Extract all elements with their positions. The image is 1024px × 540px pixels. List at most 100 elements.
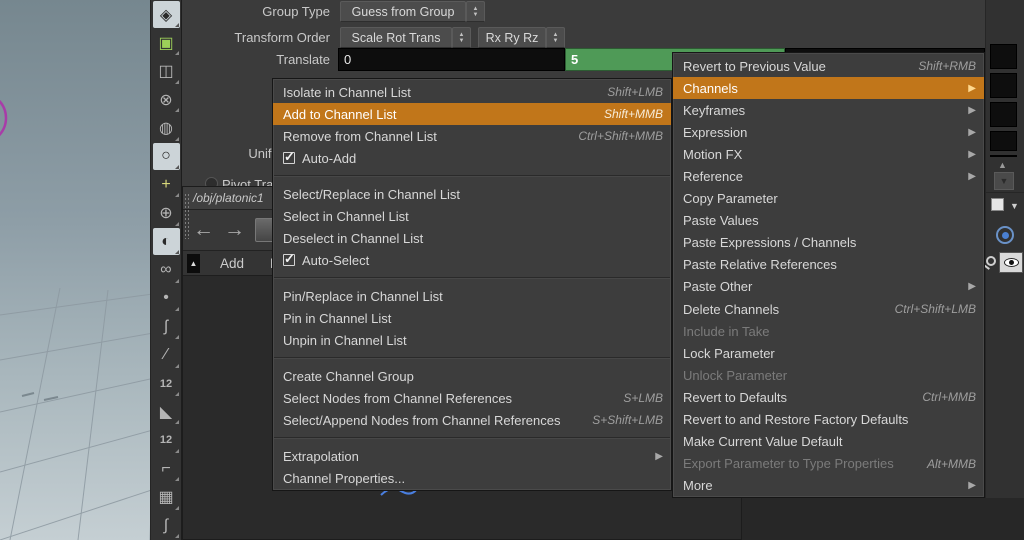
pin-light-icon[interactable]: ⊕	[153, 200, 180, 227]
snap-options-icon[interactable]: ▣	[153, 29, 180, 56]
menu-item[interactable]: Paste Relative References ▶	[673, 254, 984, 276]
point-numbers-icon[interactable]: 12	[153, 370, 180, 397]
checkbox-icon	[283, 149, 295, 165]
swatch-dropdown-icon[interactable]: ▼	[1010, 201, 1019, 211]
prim-normals-icon[interactable]: ◣	[153, 398, 180, 425]
menu-item[interactable]: Make Current Value Default ▶	[673, 431, 984, 453]
submenu-arrow-icon: ▶	[655, 450, 663, 462]
menu-item[interactable]: Select/Append Nodes from Channel Referen…	[273, 409, 671, 431]
menu-item[interactable]: Include in Take ▶	[673, 320, 984, 342]
menu-item[interactable]: Paste Other ▶	[673, 276, 984, 298]
slider-track-fragment	[990, 155, 1017, 157]
lock-icon[interactable]: ◫	[153, 58, 180, 85]
menu-item[interactable]: Export Parameter to Type Properties Alt+…	[673, 453, 984, 475]
shaded-glasses-icon[interactable]: ∞	[153, 257, 180, 284]
menu-item[interactable]: Remove from Channel List Ctrl+Shift+MMB …	[273, 125, 671, 147]
channel-context-menu: Isolate in Channel List Shift+LMB ▶ Add …	[272, 78, 672, 491]
rotate-order-dropdown[interactable]: Rx Ry Rz	[478, 27, 546, 48]
headlight-icon[interactable]: ○	[152, 142, 180, 170]
menu-item[interactable]: Expression ▶	[673, 121, 984, 143]
menu-separator	[273, 351, 671, 365]
panel-tab[interactable]: Add	[214, 256, 250, 271]
menu-item[interactable]: Motion FX ▶	[673, 143, 984, 165]
menu-item[interactable]: Delete Channels Ctrl+Shift+LMB ▶	[673, 298, 984, 320]
tab-scroll-up-icon[interactable]: ▲	[187, 253, 200, 273]
menu-item[interactable]: Pin/Replace in Channel List ▶	[273, 285, 671, 307]
right-edge-column: ▲ ▼ ▼	[985, 0, 1024, 540]
display-checker-icon[interactable]: ◐	[152, 228, 180, 256]
hook-marker-icon[interactable]: ʃ	[153, 313, 180, 340]
submenu-arrow-icon: ▶	[968, 82, 976, 94]
color-swatch[interactable]	[991, 198, 1004, 211]
menu-item[interactable]: Channels ▶	[673, 77, 984, 100]
submenu-arrow-icon: ▶	[968, 480, 976, 492]
back-arrow-icon[interactable]: ←	[193, 219, 214, 240]
menu-item[interactable]: Unpin in Channel List ▶	[273, 329, 671, 351]
menu-separator	[273, 271, 671, 285]
menu-item[interactable]: Select Nodes from Channel References S+L…	[273, 387, 671, 409]
search-icon[interactable]	[986, 256, 996, 266]
menu-item[interactable]: Deselect in Channel List ▶	[273, 227, 671, 249]
rotate-order-spinner[interactable]: ▲ ▼	[546, 27, 565, 48]
menu-item[interactable]: Extrapolation ▶	[273, 445, 671, 467]
lights-off-icon[interactable]: ⊗	[153, 86, 180, 113]
prim-numbers-icon[interactable]: 12	[153, 427, 180, 454]
visibility-eye-icon[interactable]	[999, 252, 1023, 273]
point-marker-icon[interactable]: •	[153, 285, 180, 312]
submenu-arrow-icon: ▶	[968, 148, 976, 160]
param-field-fragment[interactable]	[990, 73, 1017, 98]
viewport-layout-icon[interactable]: ◈	[152, 1, 180, 28]
menu-item[interactable]: Select/Replace in Channel List ▶	[273, 183, 671, 205]
submenu-arrow-icon: ▶	[968, 281, 976, 293]
handle-region-icon[interactable]: ▦	[153, 484, 180, 511]
transform-order-spinner[interactable]: ▲ ▼	[452, 27, 471, 48]
menu-item[interactable]: Select in Channel List ▶	[273, 205, 671, 227]
group-type-label: Group Type	[262, 4, 330, 19]
param-field-fragment[interactable]	[990, 44, 1017, 69]
menu-item[interactable]: Pin in Channel List ▶	[273, 307, 671, 329]
menu-item[interactable]: Paste Values ▶	[673, 210, 984, 232]
scroll-down-icon[interactable]: ▼	[994, 172, 1014, 190]
divider	[986, 192, 1024, 193]
submenu-arrow-icon: ▶	[968, 126, 976, 138]
group-type-spinner[interactable]: ▲ ▼	[466, 1, 485, 22]
submenu-arrow-icon: ▶	[968, 171, 976, 183]
menu-item[interactable]: Revert to Defaults Ctrl+MMB ▶	[673, 386, 984, 408]
menu-item[interactable]: Auto-Select ▶	[273, 249, 671, 271]
group-type-dropdown[interactable]: Guess from Group	[340, 1, 466, 22]
menu-item[interactable]: Paste Expressions / Channels ▶	[673, 232, 984, 254]
menu-item[interactable]: Auto-Add ▶	[273, 147, 671, 169]
panel-drag-grip[interactable]	[184, 193, 190, 239]
pen-marker-icon[interactable]: ∕	[153, 342, 180, 369]
menu-item[interactable]: Channel Properties... ▶	[273, 467, 671, 489]
node-path: /obj/platonic1	[193, 191, 264, 205]
parameter-context-submenu: Revert to Previous Value Shift+RMB ▶ Cha…	[672, 52, 985, 498]
menu-item[interactable]: Revert to and Restore Factory Defaults ▶	[673, 409, 984, 431]
menu-item[interactable]: Copy Parameter ▶	[673, 188, 984, 210]
menu-item[interactable]: Create Channel Group ▶	[273, 365, 671, 387]
submenu-arrow-icon: ▶	[968, 104, 976, 116]
param-field-fragment[interactable]	[990, 131, 1017, 151]
menu-separator	[273, 169, 671, 183]
menu-item[interactable]: Revert to Previous Value Shift+RMB ▶	[673, 55, 984, 77]
translate-x-field[interactable]: 0	[338, 48, 565, 71]
checkbox-icon	[283, 251, 295, 267]
menu-item[interactable]: Add to Channel List Shift+MMB ▶	[273, 103, 671, 125]
profile-curve-icon[interactable]: ⌐	[153, 455, 180, 482]
menu-item[interactable]: More ▶	[673, 475, 984, 497]
forward-arrow-icon[interactable]: →	[224, 219, 245, 240]
houdini-window: ◈ ▣ ◫ ⊗ ◍ ○ + ⊕ ◐ ∞ • ʃ ∕ 12 ◣ 12 ⌐ ▦ ∫ …	[0, 0, 1024, 540]
target-icon[interactable]	[996, 226, 1014, 244]
param-field-fragment[interactable]	[990, 102, 1017, 127]
menu-item[interactable]: Reference ▶	[673, 165, 984, 187]
menu-item[interactable]: Lock Parameter ▶	[673, 342, 984, 364]
selection-highlight-arc	[0, 99, 8, 137]
menu-item[interactable]: Isolate in Channel List Shift+LMB ▶	[273, 81, 671, 103]
material-sphere-icon[interactable]: ◍	[153, 115, 180, 142]
scroll-up-icon[interactable]: ▲	[998, 160, 1007, 170]
transform-order-dropdown[interactable]: Scale Rot Trans	[340, 27, 452, 48]
menu-item[interactable]: Unlock Parameter ▶	[673, 364, 984, 386]
brush-icon[interactable]: ∫	[153, 512, 180, 539]
add-light-icon[interactable]: +	[153, 171, 180, 198]
menu-item[interactable]: Keyframes ▶	[673, 99, 984, 121]
